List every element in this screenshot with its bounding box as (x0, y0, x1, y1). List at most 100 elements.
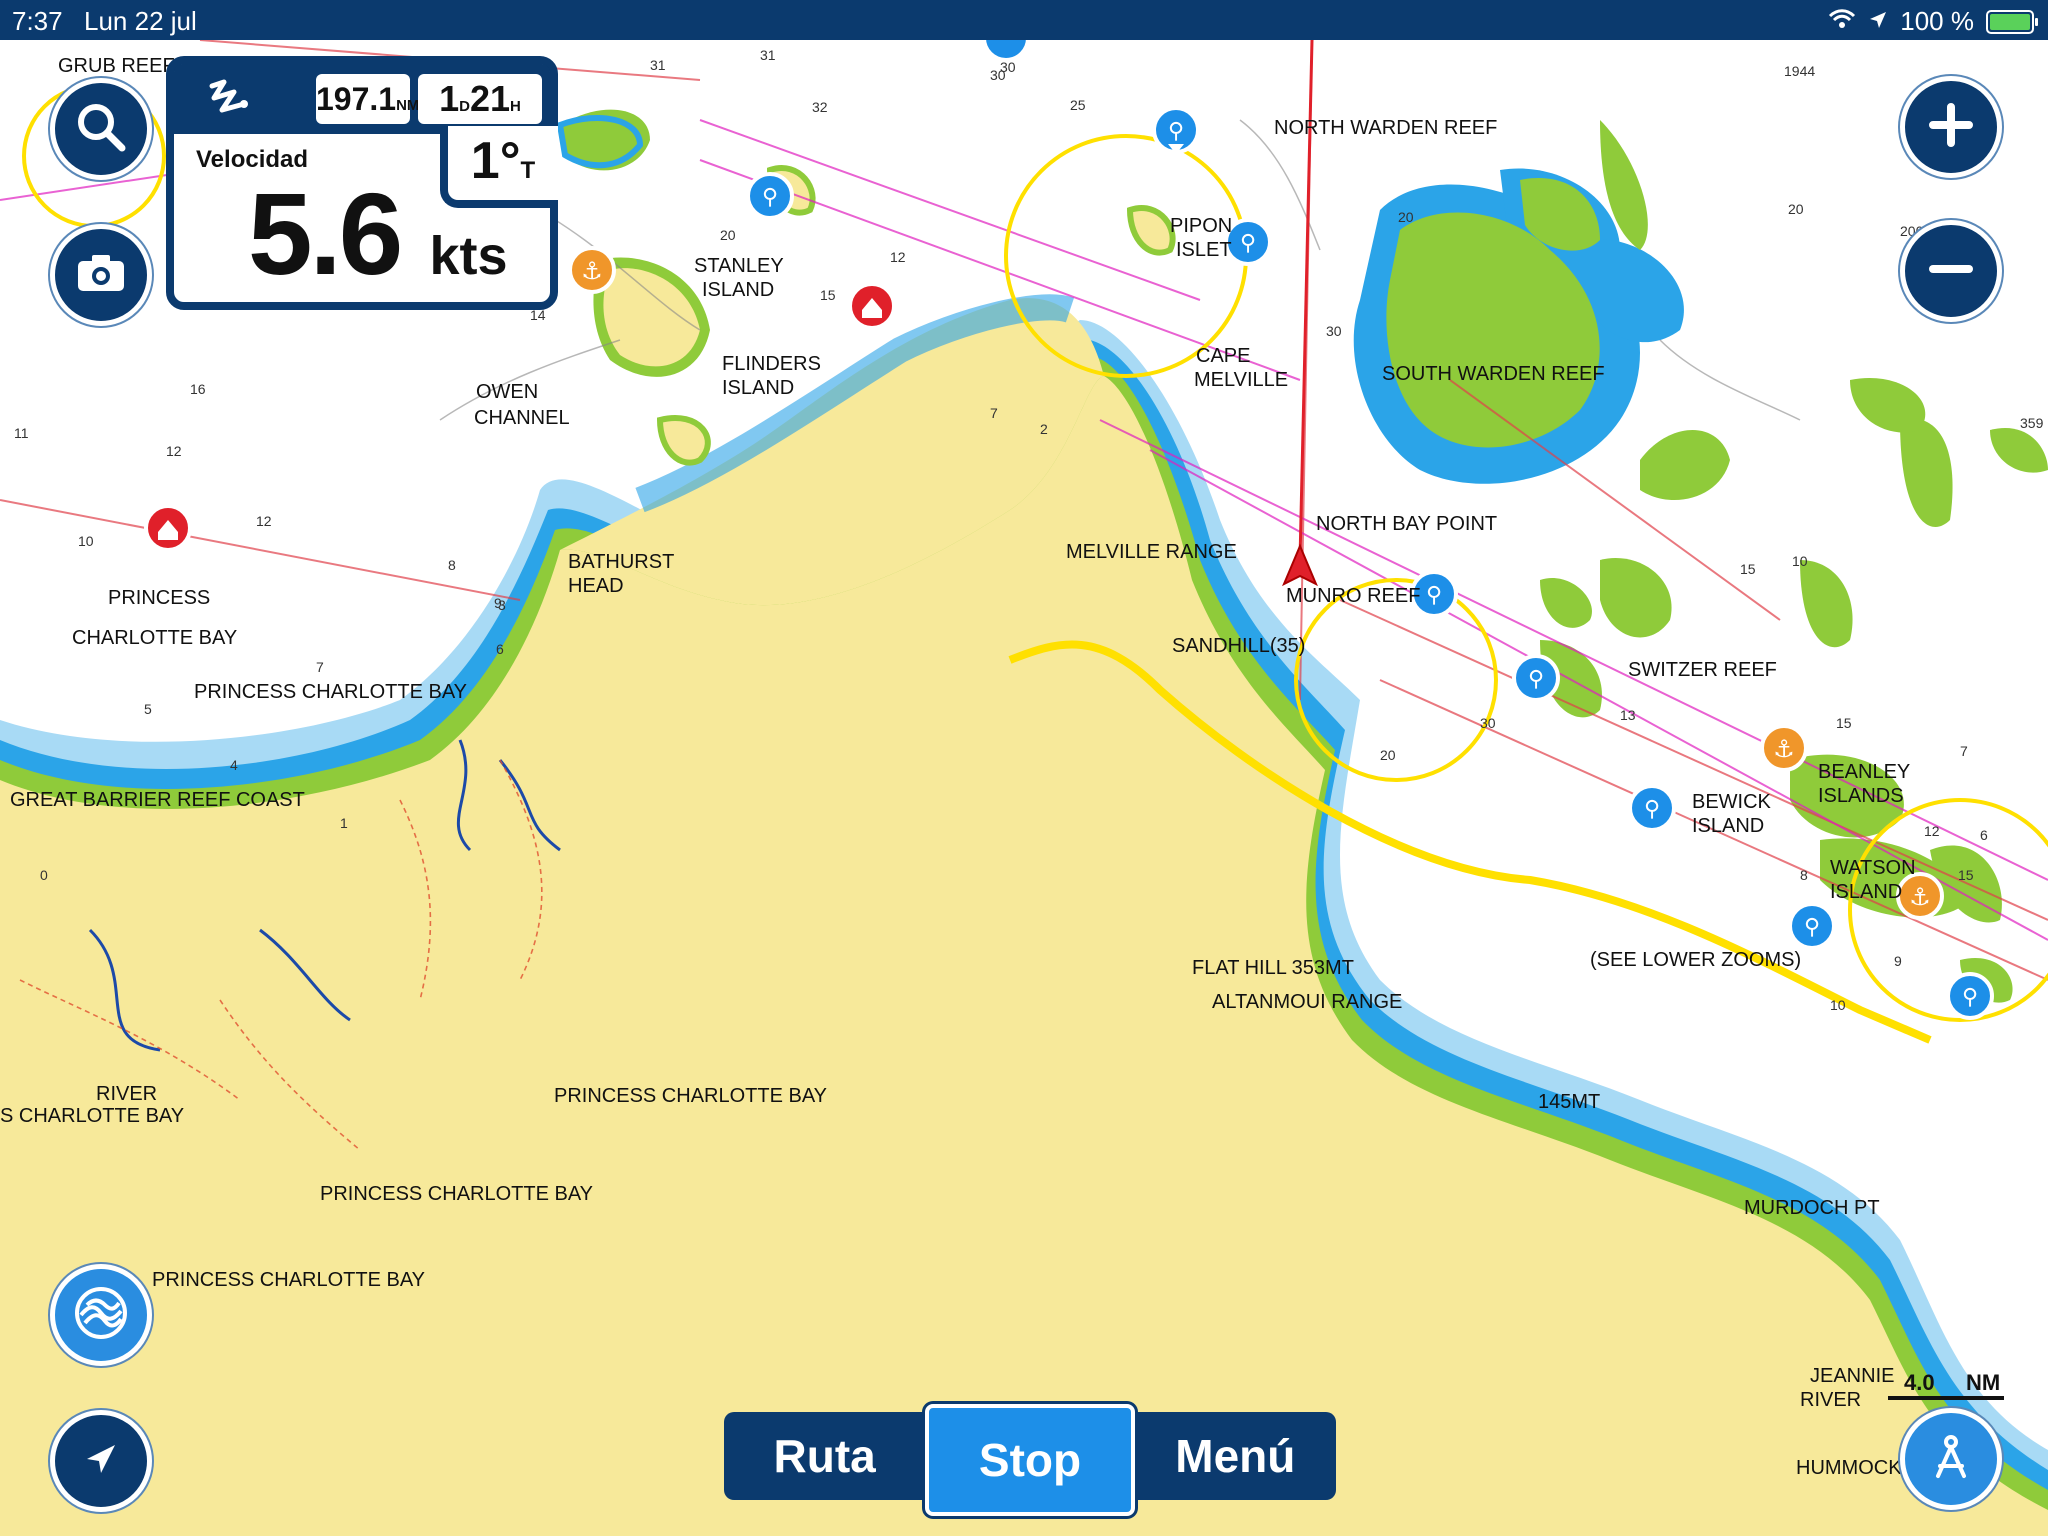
depth-sounding: 6 (496, 641, 504, 657)
route-button[interactable]: Ruta (724, 1412, 926, 1500)
label-altanmoui-range: ALTANMOUI RANGE (1212, 991, 1402, 1013)
navigation-arrow-icon (81, 1439, 121, 1484)
depth-sounding: 0 (40, 867, 48, 883)
svg-text:⚓: ⚓ (1773, 735, 1795, 763)
svg-text:⚲: ⚲ (1804, 915, 1820, 940)
depth-sounding: 11 (14, 425, 29, 441)
depth-sounding: 30 (1000, 59, 1016, 75)
svg-text:⚲: ⚲ (1168, 119, 1184, 144)
label-munro-reef: MUNRO REEF (1286, 585, 1420, 607)
time-remaining: 1D21H (418, 74, 542, 124)
scale-unit: NM (1966, 1370, 2001, 1395)
depth-sounding: 15 (820, 287, 836, 303)
depth-sounding: 5 (144, 701, 152, 717)
label-river: RIVER (96, 1083, 157, 1105)
panel-header: 197.1NM 1D21H (174, 64, 550, 134)
depth-sounding: 6 (1980, 827, 1988, 843)
battery-icon (1986, 9, 2038, 34)
distance-remaining: 197.1NM (316, 74, 419, 124)
svg-text:⚲: ⚲ (1240, 231, 1256, 256)
location-arrow-icon (1868, 6, 1888, 37)
depth-sounding: 13 (1620, 707, 1636, 723)
label-see-lower: (SEE LOWER ZOOMS) (1590, 949, 1801, 971)
depth-sounding: 8 (448, 557, 456, 573)
depth-sounding: 12 (166, 443, 182, 459)
wifi-icon (1828, 6, 1856, 37)
camera-button[interactable] (50, 224, 152, 326)
status-date: Lun 22 jul (84, 6, 197, 36)
heading-readout: 1°T (440, 126, 558, 208)
label-grub-reef: GRUB REEF (58, 55, 175, 77)
depth-sounding: 1 (340, 815, 348, 831)
depth-sounding: 20 (1380, 747, 1396, 763)
label-flat-hill: FLAT HILL 353MT (1192, 957, 1354, 979)
svg-text:⚓: ⚓ (1909, 883, 1931, 911)
depth-sounding: 31 (650, 57, 666, 73)
camera-icon (76, 253, 126, 298)
depth-sounding: 16 (190, 381, 206, 397)
depth-sounding: 359 (2020, 415, 2044, 431)
depth-sounding: 1944 (1784, 63, 1815, 79)
depth-sounding: 7 (316, 659, 324, 675)
locate-button[interactable] (50, 1410, 152, 1512)
navigation-info-panel[interactable]: 197.1NM 1D21H Velocidad 5.6 kts 1°T (166, 56, 558, 310)
depth-sounding: 25 (1070, 97, 1086, 113)
plus-icon (1927, 101, 1975, 154)
label-princess-charlotte-bay-4: PRINCESS CHARLOTTE BAY (320, 1183, 593, 1205)
status-right: 100 % (1828, 6, 2038, 37)
label-north-warden-reef: NORTH WARDEN REEF (1274, 117, 1497, 139)
depth-sounding: 20 (1788, 201, 1804, 217)
svg-text:⚲: ⚲ (1644, 797, 1660, 822)
depth-sounding: 7 (1960, 743, 1968, 759)
waves-icon (73, 1285, 129, 1346)
compass-icon (1926, 1432, 1976, 1487)
status-time: 7:37 (12, 6, 63, 36)
label-south-warden-reef: SOUTH WARDEN REEF (1382, 363, 1605, 385)
route-squiggle-icon (204, 76, 254, 127)
depth-sounding: 20 (1398, 209, 1414, 225)
label-princess-charlotte-bay-5: PRINCESS CHARLOTTE BAY (152, 1269, 425, 1291)
stop-button[interactable]: Stop (925, 1404, 1135, 1516)
scale-line (1888, 1396, 2004, 1400)
depth-sounding: 4 (230, 757, 238, 773)
depth-sounding: 9 (1894, 953, 1902, 969)
depth-sounding: 12 (1924, 823, 1940, 839)
label-great-barrier-reef-coast: GREAT BARRIER REEF COAST (10, 789, 305, 811)
depth-sounding: 10 (1830, 997, 1846, 1013)
label-switzer-reef: SWITZER REEF (1628, 659, 1777, 681)
zoom-out-button[interactable] (1900, 220, 2002, 322)
depth-sounding: 30 (1480, 715, 1496, 731)
label-charlotte-bay-left: S CHARLOTTE BAY (0, 1105, 184, 1127)
depth-sounding: 12 (890, 249, 906, 265)
battery-percentage: 100 % (1900, 6, 1974, 36)
depth-sounding: 30 (1326, 323, 1342, 339)
label-north-bay-point: NORTH BAY POINT (1316, 513, 1497, 535)
menu-button[interactable]: Menú (1134, 1412, 1336, 1500)
search-button[interactable] (50, 78, 152, 180)
label-melville-range: MELVILLE RANGE (1066, 541, 1237, 563)
depth-sounding: 8 (1800, 867, 1808, 883)
depth-sounding: 12 (256, 513, 272, 529)
svg-text:⚲: ⚲ (1962, 985, 1978, 1010)
label-murdoch-pt: MURDOCH PT (1744, 1197, 1880, 1219)
depth-sounding: 32 (812, 99, 828, 115)
bottom-action-bar: Ruta Stop Menú (724, 1404, 1336, 1516)
label-sandhills: SANDHILL(35) (1172, 635, 1305, 657)
label-princess-charlotte-bay-3: PRINCESS CHARLOTTE BAY (554, 1085, 827, 1107)
depth-sounding: 7 (990, 405, 998, 421)
zoom-in-button[interactable] (1900, 76, 2002, 178)
recenter-button[interactable] (1900, 1408, 2002, 1510)
label-145mt: 145MT (1538, 1091, 1600, 1113)
minus-icon (1927, 245, 1975, 298)
depth-sounding: 2 (1040, 421, 1048, 437)
depth-sounding: 15 (1958, 867, 1974, 883)
svg-text:⚓: ⚓ (581, 257, 603, 285)
search-icon (74, 100, 128, 159)
depth-sounding: 10 (1792, 553, 1808, 569)
label-hummock: HUMMOCK (1796, 1457, 1902, 1479)
depth-sounding: 10 (78, 533, 94, 549)
depth-sounding: 20 (720, 227, 736, 243)
map-scale: 4.0 NM (1888, 1370, 2008, 1402)
depth-sounding: 31 (760, 47, 776, 63)
map-layers-button[interactable] (50, 1264, 152, 1366)
